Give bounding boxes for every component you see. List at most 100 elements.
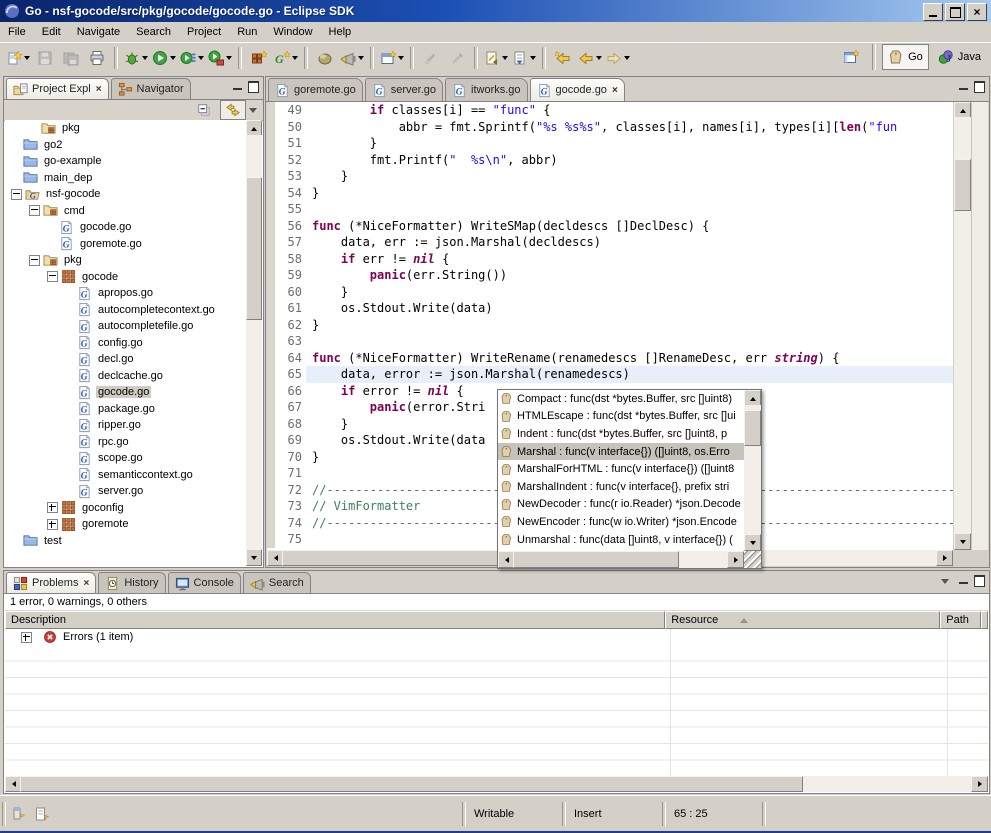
tab-close-icon[interactable]: × — [612, 85, 618, 96]
tree-item-package-go[interactable]: Gpackage.go — [5, 401, 246, 418]
code-line-57[interactable]: 57 data, err := json.Marshal(decldescs) — [267, 234, 953, 251]
menu-navigate[interactable]: Navigate — [69, 24, 128, 40]
completion-item-marshal[interactable]: Marshal : func(v interface{}) ([]uint8, … — [498, 443, 744, 461]
code-line-58[interactable]: 58 if err != nil { — [267, 251, 953, 268]
code-line-49[interactable]: 49 if classes[i] == "func" { — [267, 102, 953, 119]
popup-resize-grip[interactable] — [744, 551, 761, 568]
scroll-thumb[interactable] — [513, 551, 679, 568]
scroll-down-button[interactable] — [246, 549, 262, 566]
dropdown-arrow-icon[interactable] — [358, 56, 364, 60]
completion-item-newencoder[interactable]: NewEncoder : func(w io.Writer) *json.Enc… — [498, 513, 744, 531]
run-history-button[interactable] — [178, 45, 206, 71]
dropdown-arrow-icon[interactable] — [596, 56, 602, 60]
new-window-button[interactable] — [378, 45, 406, 71]
open-perspective-button[interactable] — [838, 44, 864, 70]
perspective-go-button[interactable]: Go — [882, 44, 929, 70]
format-button[interactable] — [444, 45, 470, 71]
editor-tab-server-go[interactable]: Gserver.go — [365, 78, 443, 101]
scroll-track[interactable] — [954, 117, 971, 535]
back-button[interactable] — [576, 45, 604, 71]
dropdown-arrow-icon[interactable] — [198, 56, 204, 60]
tree-item-pkg[interactable]: pkg — [5, 252, 246, 269]
problems-maximize-icon[interactable] — [974, 575, 985, 587]
run-external-button[interactable] — [206, 45, 234, 71]
view-menu-icon[interactable] — [941, 579, 949, 584]
menu-edit[interactable]: Edit — [34, 24, 69, 40]
completion-item-compact[interactable]: Compact : func(dst *bytes.Buffer, src []… — [498, 390, 744, 408]
new-wizard-button[interactable] — [4, 45, 32, 71]
tree-item-scope-go[interactable]: Gscope.go — [5, 450, 246, 467]
editor-tab-goremote-go[interactable]: Ggoremote.go — [268, 78, 363, 101]
code-line-56[interactable]: 56func (*NiceFormatter) WriteSMap(declde… — [267, 218, 953, 235]
completion-item-newdecoder[interactable]: NewDecoder : func(r io.Reader) *json.Dec… — [498, 496, 744, 514]
code-line-59[interactable]: 59 panic(err.String()) — [267, 267, 953, 284]
scroll-thumb[interactable] — [954, 159, 971, 211]
code-line-63[interactable]: 63 — [267, 333, 953, 350]
collapse-icon[interactable] — [29, 205, 40, 216]
problems-horizontal-scrollbar[interactable] — [5, 776, 988, 792]
scroll-down-button[interactable] — [744, 534, 761, 551]
view-tab-navigator[interactable]: Navigator — [111, 78, 191, 99]
completion-item-marshalindent[interactable]: MarshalIndent : func(v interface{}, pref… — [498, 478, 744, 496]
dropdown-arrow-icon[interactable] — [170, 56, 176, 60]
save-button[interactable] — [32, 45, 58, 71]
tree-item-server-go[interactable]: Gserver.go — [5, 483, 246, 500]
collapse-icon[interactable] — [11, 189, 22, 200]
minimize-button[interactable] — [923, 3, 943, 21]
tree-item-nsf-gocode[interactable]: Gnsf-gocode — [5, 186, 246, 203]
menu-project[interactable]: Project — [179, 24, 229, 40]
maximize-button[interactable] — [945, 3, 965, 21]
tree-item-test[interactable]: test — [5, 533, 246, 550]
code-line-55[interactable]: 55 — [267, 201, 953, 218]
new-go-element-button[interactable]: G — [272, 45, 300, 71]
completion-item-indent[interactable]: Indent : func(dst *bytes.Buffer, src []u… — [498, 425, 744, 443]
dropdown-arrow-icon[interactable] — [530, 56, 536, 60]
scroll-right-button[interactable] — [936, 550, 953, 566]
column-header-path[interactable]: Path — [940, 611, 981, 629]
collapse-icon[interactable] — [29, 255, 40, 266]
tree-item-rpc-go[interactable]: Grpc.go — [5, 434, 246, 451]
tree-item-config-go[interactable]: Gconfig.go — [5, 335, 246, 352]
tab-close-icon[interactable]: × — [83, 578, 89, 589]
collapse-icon[interactable] — [47, 271, 58, 282]
tree-item-goremote-go[interactable]: Ggoremote.go — [5, 236, 246, 253]
dropdown-arrow-icon[interactable] — [502, 56, 508, 60]
back-history-button[interactable] — [550, 45, 576, 71]
next-annotation-button[interactable] — [510, 45, 538, 71]
code-line-51[interactable]: 51 } — [267, 135, 953, 152]
code-line-60[interactable]: 60 } — [267, 284, 953, 301]
menu-window[interactable]: Window — [265, 24, 320, 40]
scroll-thumb[interactable] — [246, 177, 262, 320]
code-line-52[interactable]: 52 fmt.Printf(" %s\n", abbr) — [267, 152, 953, 169]
code-line-53[interactable]: 53 } — [267, 168, 953, 185]
dropdown-arrow-icon[interactable] — [624, 56, 630, 60]
tree-item-go-example[interactable]: go-example — [5, 153, 246, 170]
scroll-track[interactable] — [744, 405, 761, 536]
completion-item-marshalforhtml[interactable]: MarshalForHTML : func(v interface{}) ([]… — [498, 460, 744, 478]
panel-tab-search[interactable]: Search — [243, 572, 311, 593]
code-line-64[interactable]: 64func (*NiceFormatter) WriteRename(rena… — [267, 350, 953, 367]
popup-vertical-scrollbar[interactable] — [744, 390, 761, 551]
tree-item-pkg[interactable]: pkg — [5, 120, 246, 137]
tree-item-main-dep[interactable]: main_dep — [5, 170, 246, 187]
expand-icon[interactable] — [47, 519, 58, 530]
run-button[interactable] — [150, 45, 178, 71]
column-header-description[interactable]: Description — [5, 611, 665, 629]
column-header-resource[interactable]: Resource — [665, 611, 940, 629]
expand-icon[interactable] — [21, 632, 32, 643]
tree-item-declcache-go[interactable]: Gdeclcache.go — [5, 368, 246, 385]
tree-item-gocode-go[interactable]: Ggocode.go — [5, 384, 246, 401]
tree-item-gocode[interactable]: gocode — [5, 269, 246, 286]
scroll-right-button[interactable] — [727, 551, 744, 568]
project-explorer-scrollbar[interactable] — [246, 120, 262, 566]
tree-item-semanticcontext-go[interactable]: Gsemanticcontext.go — [5, 467, 246, 484]
code-line-50[interactable]: 50 abbr = fmt.Sprintf("%s %s%s", classes… — [267, 119, 953, 136]
debug-button[interactable] — [122, 45, 150, 71]
editor-tab-gocode-go[interactable]: Ggocode.go× — [530, 78, 625, 101]
view-menu-icon[interactable] — [249, 108, 257, 113]
problems-minimize-icon[interactable] — [959, 579, 968, 584]
dropdown-arrow-icon[interactable] — [226, 56, 232, 60]
tab-close-icon[interactable]: × — [96, 84, 102, 95]
tree-item-goconfig[interactable]: goconfig — [5, 500, 246, 517]
code-line-61[interactable]: 61 os.Stdout.Write(data) — [267, 300, 953, 317]
